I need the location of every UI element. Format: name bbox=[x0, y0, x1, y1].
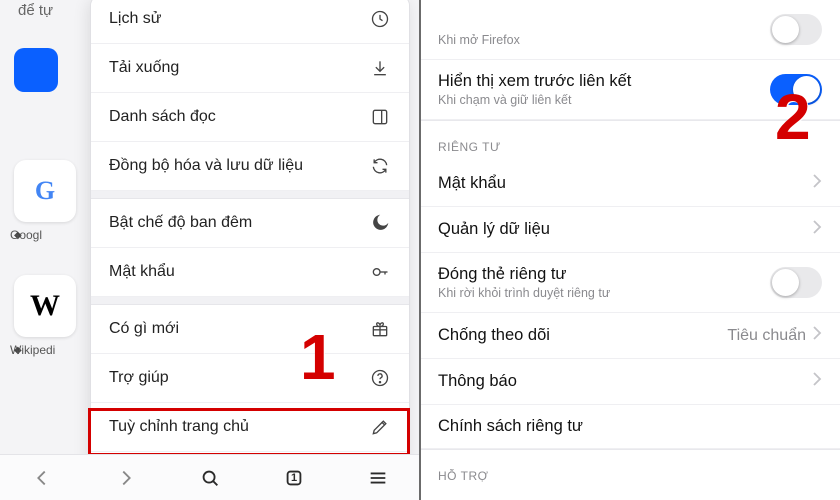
menu-item-label: Đồng bộ hóa và lưu dữ liệu bbox=[109, 157, 303, 175]
main-menu: Lịch sử Tải xuống Danh sách đọc Đồng bộ … bbox=[90, 0, 410, 500]
key-icon bbox=[369, 261, 391, 283]
setting-value: Tiêu chuẩn bbox=[727, 327, 806, 345]
menu-item-label: Bật chế độ ban đêm bbox=[109, 214, 252, 232]
setting-row-link-preview[interactable]: Hiển thị xem trước liên kết Khi chạm và … bbox=[420, 60, 840, 120]
tabs-count: 1 bbox=[291, 472, 297, 484]
download-icon bbox=[369, 57, 391, 79]
menu-item-label: Danh sách đọc bbox=[109, 108, 216, 126]
setting-row-passwords[interactable]: Mật khẩu bbox=[420, 161, 840, 207]
clock-icon bbox=[369, 8, 391, 30]
menu-item-whats-new[interactable]: Có gì mới bbox=[91, 305, 409, 354]
setting-label: Mật khẩu bbox=[438, 174, 506, 193]
menu-item-downloads[interactable]: Tải xuống bbox=[91, 44, 409, 93]
setting-row-data-management[interactable]: Quản lý dữ liệu bbox=[420, 207, 840, 253]
menu-item-label: Tuỳ chỉnh trang chủ bbox=[109, 418, 249, 436]
toolbar-tabs-button[interactable]: 1 bbox=[252, 467, 336, 489]
chevron-right-icon bbox=[812, 325, 822, 346]
top-site-label-google: Googl bbox=[10, 228, 42, 242]
setting-row-notifications[interactable]: Thông báo bbox=[420, 359, 840, 405]
setting-label: Hiển thị xem trước liên kết bbox=[438, 72, 631, 91]
top-site-wikipedia[interactable]: W bbox=[14, 275, 76, 337]
menu-item-passwords[interactable]: Mật khẩu bbox=[91, 248, 409, 297]
sync-icon bbox=[369, 155, 391, 177]
setting-label: Chống theo dõi bbox=[438, 326, 550, 345]
toolbar-search-button[interactable] bbox=[168, 467, 252, 489]
gift-icon bbox=[369, 318, 391, 340]
toolbar-menu-button[interactable] bbox=[336, 467, 420, 489]
menu-item-label: Lịch sử bbox=[109, 10, 162, 28]
menu-item-help[interactable]: Trợ giúp bbox=[91, 354, 409, 403]
menu-item-label: Tải xuống bbox=[109, 59, 179, 77]
menu-item-reading-list[interactable]: Danh sách đọc bbox=[91, 93, 409, 142]
setting-subtext: Khi mở Firefox bbox=[438, 33, 520, 47]
section-header-support: HỖ TRỢ bbox=[420, 449, 840, 490]
setting-row-close-private-tabs[interactable]: Đóng thẻ riêng tư Khi rời khỏi trình duy… bbox=[420, 253, 840, 313]
chevron-right-icon bbox=[812, 219, 822, 240]
menu-item-customize-home[interactable]: Tuỳ chỉnh trang chủ bbox=[91, 403, 409, 452]
setting-row-unknown-toggle[interactable]: Khi mở Firefox bbox=[420, 0, 840, 60]
menu-item-label: Có gì mới bbox=[109, 320, 179, 338]
setting-subtext: Khi chạm và giữ liên kết bbox=[438, 93, 631, 107]
reading-list-icon bbox=[369, 106, 391, 128]
toggle-switch[interactable] bbox=[770, 74, 822, 105]
setting-subtext: Khi rời khỏi trình duyệt riêng tư bbox=[438, 286, 610, 300]
section-header-privacy: RIÊNG TƯ bbox=[420, 120, 840, 161]
google-logo-icon: G bbox=[35, 176, 55, 206]
setting-row-tracking-protection[interactable]: Chống theo dõi Tiêu chuẩn bbox=[420, 313, 840, 359]
setting-label: Thông báo bbox=[438, 372, 517, 391]
right-panel: Khi mở Firefox Hiển thị xem trước liên k… bbox=[420, 0, 840, 500]
menu-item-label: Mật khẩu bbox=[109, 263, 175, 281]
bottom-toolbar: 1 bbox=[0, 454, 420, 500]
chevron-right-icon bbox=[812, 371, 822, 392]
top-site-google[interactable]: G bbox=[14, 160, 76, 222]
panel-divider bbox=[419, 0, 421, 500]
pencil-icon bbox=[369, 416, 391, 438]
toggle-switch[interactable] bbox=[770, 267, 822, 298]
menu-item-sync[interactable]: Đồng bộ hóa và lưu dữ liệu bbox=[91, 142, 409, 191]
menu-item-history[interactable]: Lịch sử bbox=[91, 0, 409, 44]
left-panel: để tự G ◆ Googl W ◆ Wikipedi Lịch sử Tải… bbox=[0, 0, 420, 500]
setting-row-privacy-policy[interactable]: Chính sách riêng tư bbox=[420, 405, 840, 449]
help-icon bbox=[369, 367, 391, 389]
setting-label: Chính sách riêng tư bbox=[438, 417, 583, 436]
toolbar-forward-button[interactable] bbox=[84, 467, 168, 489]
menu-item-label: Trợ giúp bbox=[109, 369, 169, 387]
top-site-label-wikipedia: Wikipedi bbox=[10, 343, 55, 357]
setting-label: Quản lý dữ liệu bbox=[438, 220, 550, 239]
truncated-text: để tự bbox=[18, 2, 53, 19]
menu-item-night-mode[interactable]: Bật chế độ ban đêm bbox=[91, 199, 409, 248]
menu-separator bbox=[91, 191, 409, 199]
toggle-switch[interactable] bbox=[770, 14, 822, 45]
moon-icon bbox=[369, 212, 391, 234]
menu-separator bbox=[91, 297, 409, 305]
top-site-tile-pinned[interactable] bbox=[14, 48, 58, 92]
chevron-right-icon bbox=[812, 173, 822, 194]
setting-label: Đóng thẻ riêng tư bbox=[438, 265, 610, 284]
toolbar-back-button[interactable] bbox=[0, 467, 84, 489]
